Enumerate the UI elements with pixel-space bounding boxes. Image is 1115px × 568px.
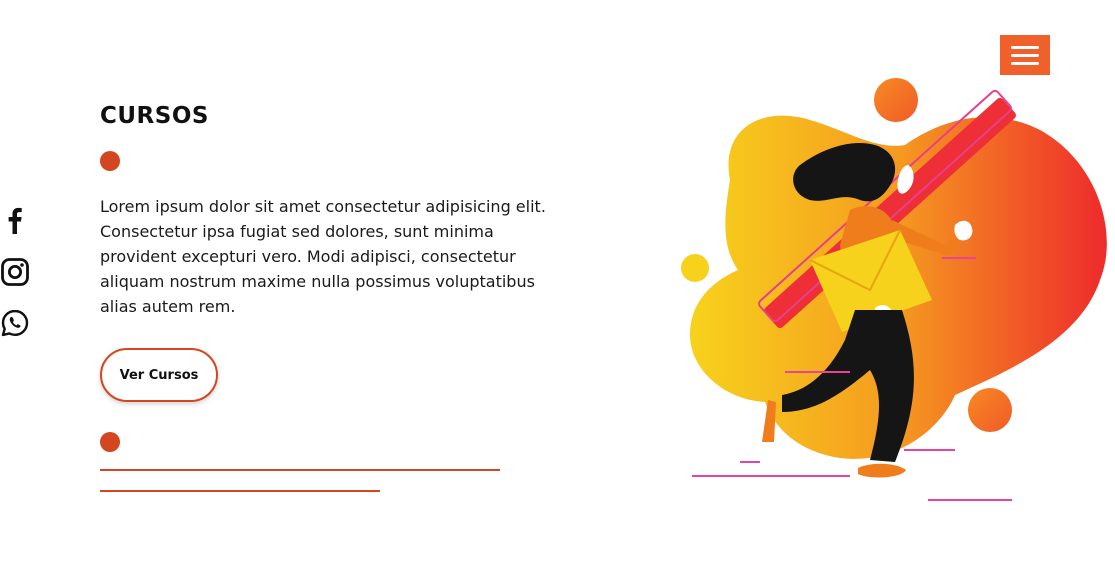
deco-circle: [681, 254, 709, 282]
menu-button[interactable]: [1000, 35, 1050, 75]
whatsapp-icon: [1, 309, 29, 337]
accent-dot: [100, 432, 120, 452]
section-description: Lorem ipsum dolor sit amet consectetur a…: [100, 197, 546, 316]
facebook-icon: [8, 207, 22, 234]
accent-dot: [100, 151, 120, 171]
whatsapp-link[interactable]: [0, 308, 30, 340]
section-title: CURSOS: [100, 103, 209, 129]
hamburger-icon-line: [1011, 62, 1039, 65]
deco-circle: [874, 78, 918, 122]
divider-line: [100, 469, 500, 471]
hamburger-icon-line: [1011, 54, 1039, 57]
ver-cursos-button[interactable]: Ver Cursos: [100, 348, 218, 402]
instagram-icon: [1, 258, 29, 286]
hamburger-icon-line: [1011, 46, 1039, 49]
divider-line: [100, 490, 380, 492]
hero-illustration: [681, 78, 1107, 501]
facebook-link[interactable]: [0, 205, 30, 237]
instagram-link[interactable]: [0, 257, 30, 289]
deco-circle: [968, 388, 1012, 432]
